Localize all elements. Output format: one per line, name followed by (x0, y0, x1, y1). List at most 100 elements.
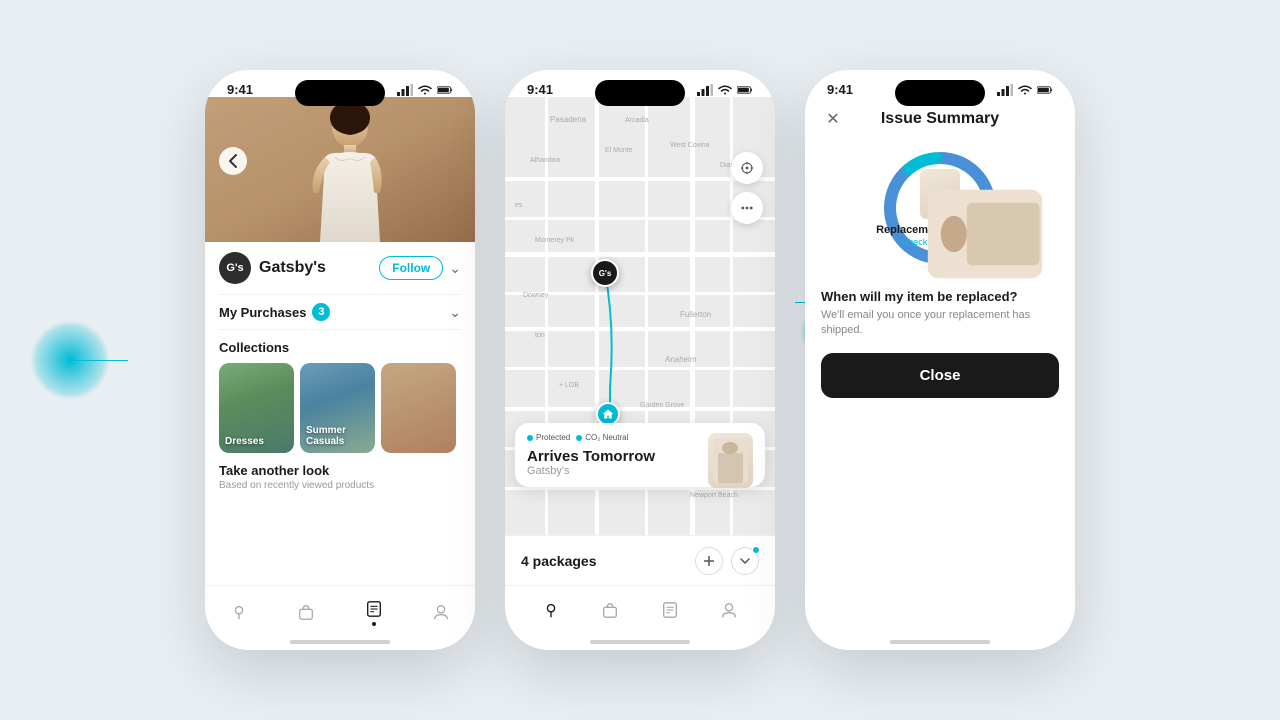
svg-text:Alhambra: Alhambra (530, 157, 560, 164)
collections-title: Collections (219, 340, 461, 355)
signal-icon-1 (397, 84, 413, 96)
faq-answer: We'll email you once your replacement ha… (821, 308, 1059, 339)
nav2-bag[interactable] (601, 601, 619, 624)
packages-notification-dot (752, 546, 760, 554)
collection-item-dresses[interactable]: Dresses (219, 363, 294, 453)
co2-dot-icon (576, 435, 582, 441)
nav2-profile[interactable] (720, 601, 738, 624)
donut-chart-wrapper: Replacement Requested Checking inventory (821, 143, 1059, 273)
badge-co2: CO₂ Neutral (576, 433, 628, 442)
plus-icon (703, 555, 715, 567)
map-top-controls (731, 152, 763, 224)
purchases-chevron-icon[interactable]: ⌄ (449, 304, 461, 321)
collection-item-extra[interactable] (381, 363, 456, 453)
collection-label-dresses: Dresses (225, 436, 264, 447)
svg-text:Pasadena: Pasadena (550, 115, 587, 124)
profile-nav-icon (430, 601, 452, 623)
hero-svg (205, 97, 475, 242)
purchases-left: My Purchases 3 (219, 303, 330, 321)
status-bar-1: 9:41 (205, 70, 475, 97)
svg-text:ton: ton (535, 332, 545, 339)
nav2-bag-icon (601, 601, 619, 619)
store-avatar: G's (219, 252, 251, 284)
back-button[interactable] (219, 147, 247, 175)
nav2-orders-icon (661, 601, 679, 619)
badge-protected: Protected (527, 433, 570, 442)
purchases-label: My Purchases (219, 305, 306, 320)
nav2-profile-icon (720, 601, 738, 619)
svg-text:West Covina: West Covina (670, 142, 710, 149)
packages-label: 4 packages (521, 553, 597, 569)
add-package-button[interactable] (695, 547, 723, 575)
store-header: G's Gatsby's Follow ⌄ (219, 252, 461, 284)
wifi-icon-2 (717, 84, 733, 96)
map-more-button[interactable] (731, 192, 763, 224)
home-indicator-2 (590, 640, 690, 644)
home-indicator-3 (890, 640, 990, 644)
collection-image-extra (381, 363, 456, 453)
map-nav-icon (228, 601, 250, 623)
modal-content: ✕ Issue Summary (805, 97, 1075, 414)
product-illustration (708, 433, 753, 488)
donut-center: Replacement Requested Checking inventory (875, 143, 1005, 273)
orders-nav-icon (363, 598, 385, 620)
map-store-marker: G's (591, 259, 619, 287)
svg-text:Newport Beach: Newport Beach (690, 492, 738, 499)
delivery-card[interactable]: Protected CO₂ Neutral Arrives Tomorrow G… (515, 423, 765, 487)
nav-item-bag[interactable] (295, 601, 317, 623)
status-icons-3 (997, 84, 1053, 96)
phone-store-profile: 9:41 (205, 70, 475, 650)
purchases-badge: 3 (312, 303, 330, 321)
status-bar-2: 9:41 (505, 70, 775, 97)
nav-item-orders[interactable] (363, 598, 385, 626)
collection-label-summer: SummerCasuals (306, 425, 346, 447)
bg-line-left (68, 360, 128, 361)
store-name: Gatsby's (259, 259, 326, 277)
battery-icon-3 (1037, 84, 1053, 96)
map-location-button[interactable] (731, 152, 763, 184)
status-icons-1 (397, 84, 453, 96)
donut-product-image (920, 169, 960, 219)
nav2-orders[interactable] (661, 601, 679, 624)
location-icon (740, 161, 754, 175)
follow-button[interactable]: Follow (379, 256, 443, 280)
chevron-down-icon[interactable]: ⌄ (449, 260, 461, 277)
hero-image (205, 97, 475, 242)
nav-active-dot (372, 622, 376, 626)
nav2-map[interactable] (542, 601, 560, 624)
delivery-product-thumb (708, 433, 753, 488)
signal-icon-2 (697, 84, 713, 96)
packages-actions (695, 547, 759, 575)
status-time-2: 9:41 (527, 82, 553, 97)
close-x-button[interactable]: ✕ (821, 107, 845, 131)
expand-packages-button[interactable] (731, 547, 759, 575)
wifi-icon-3 (1017, 84, 1033, 96)
home-indicator-1 (290, 640, 390, 644)
home-icon (602, 408, 614, 420)
nav-item-map[interactable] (228, 601, 250, 623)
status-icons-2 (697, 84, 753, 96)
collection-item-summer[interactable]: SummerCasuals (300, 363, 375, 453)
map-area[interactable]: Pasadena Arcadia Alhambra El Monte West … (505, 97, 775, 562)
dynamic-island-2 (595, 80, 685, 106)
take-another-look-title: Take another look (219, 463, 461, 478)
purchases-row[interactable]: My Purchases 3 ⌄ (219, 294, 461, 330)
chevron-down-packages-icon (739, 555, 751, 567)
wifi-icon-1 (417, 84, 433, 96)
phone-map-tracking: 9:41 (505, 70, 775, 650)
battery-icon-1 (437, 84, 453, 96)
take-another-look-sub: Based on recently viewed products (219, 480, 461, 491)
donut-chart: Replacement Requested Checking inventory (875, 143, 1005, 273)
status-bar-3: 9:41 (805, 70, 1075, 97)
signal-icon-3 (997, 84, 1013, 96)
product-thumb-svg (920, 169, 1050, 299)
svg-text:Anaheim: Anaheim (665, 355, 697, 364)
dynamic-island-3 (895, 80, 985, 106)
close-action-button[interactable]: Close (821, 353, 1059, 398)
store-header-left: G's Gatsby's (219, 252, 326, 284)
protected-dot-icon (527, 435, 533, 441)
nav-item-profile[interactable] (430, 601, 452, 623)
bag-nav-icon (295, 601, 317, 623)
store-content: G's Gatsby's Follow ⌄ My Purchases 3 ⌄ C… (205, 242, 475, 501)
svg-text:Monterey Pk: Monterey Pk (535, 237, 575, 244)
